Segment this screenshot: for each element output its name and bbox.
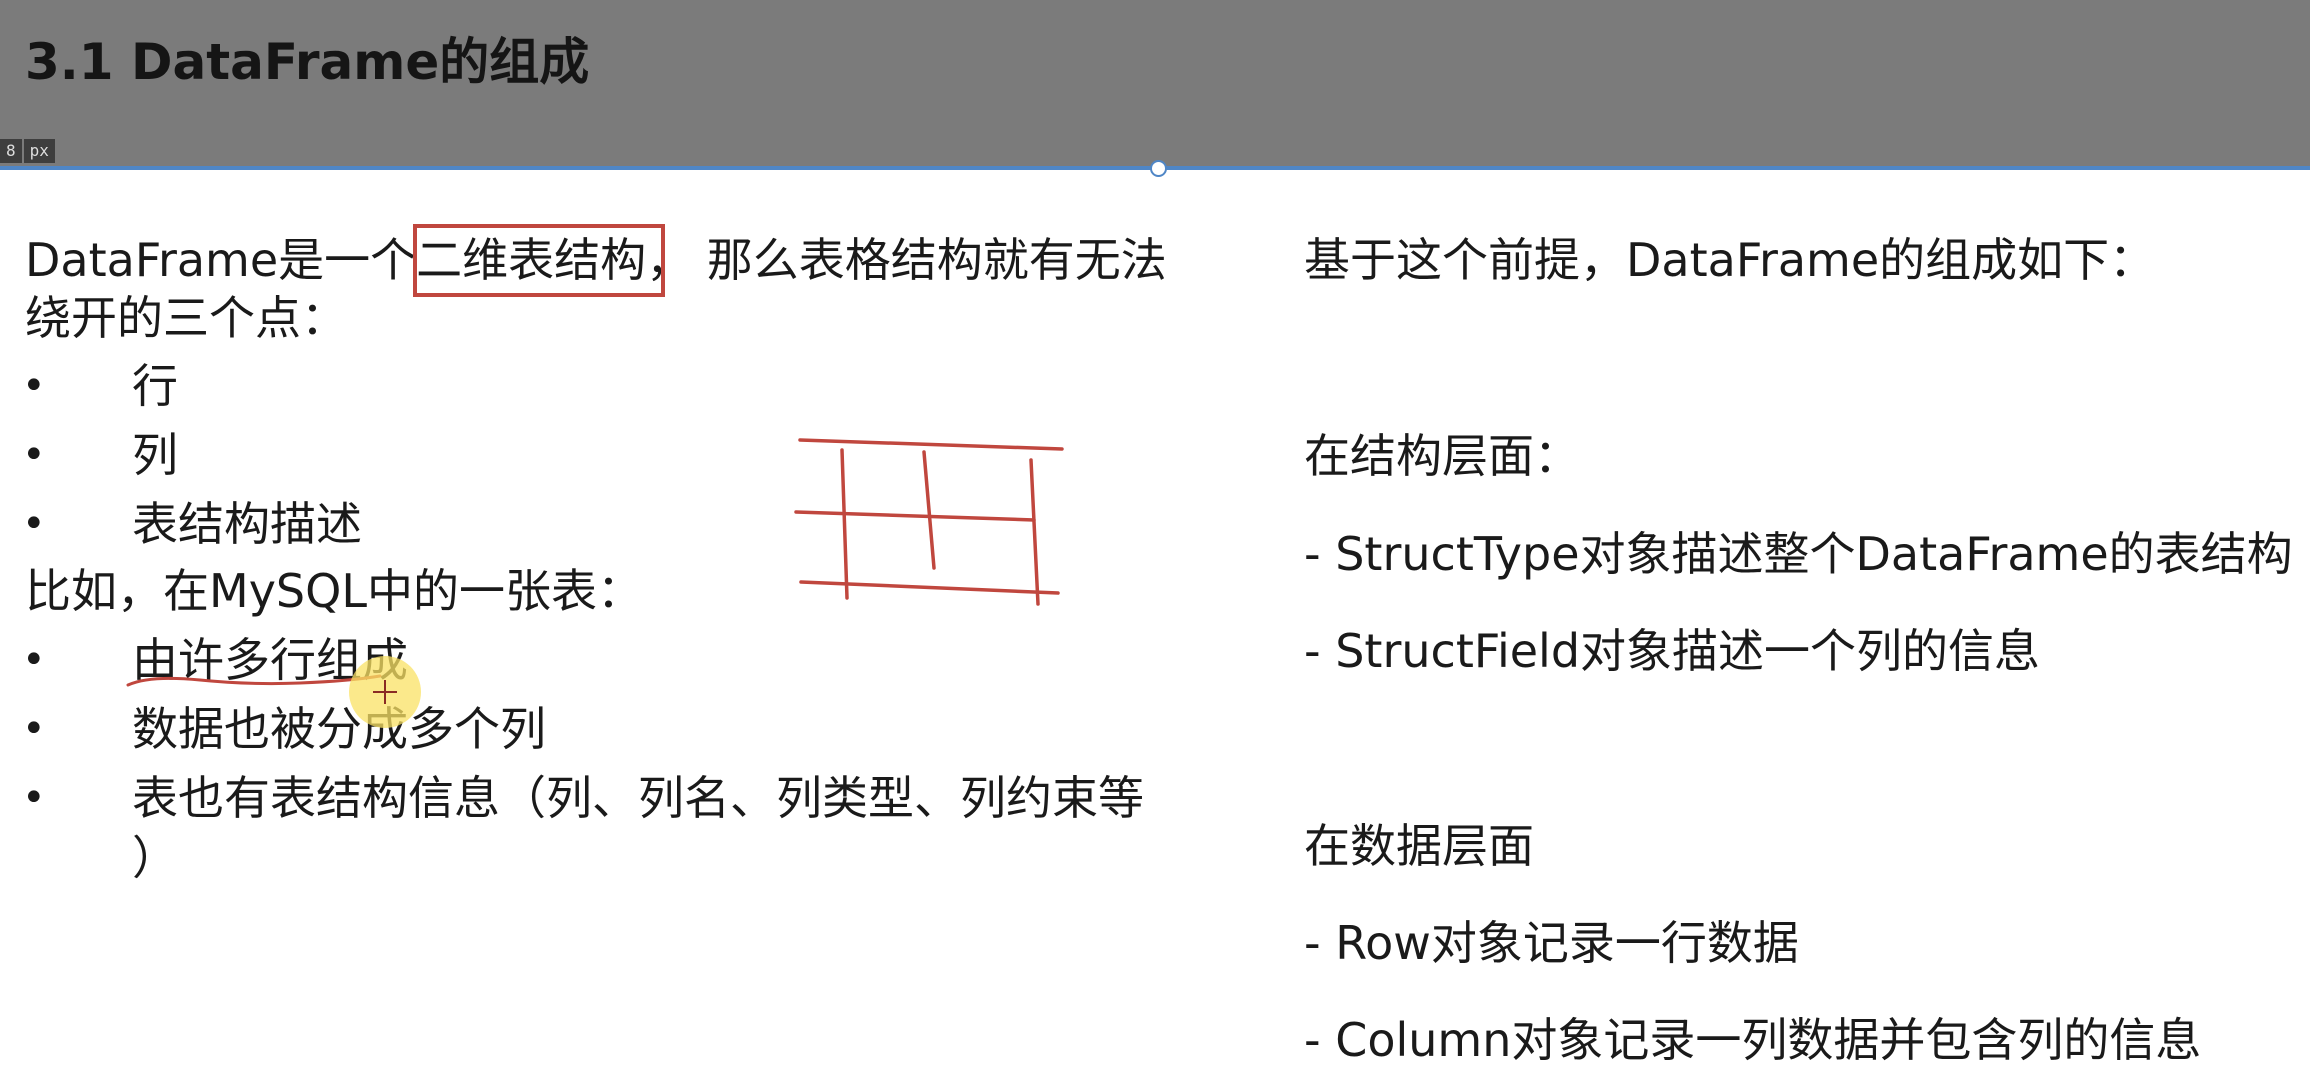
data-item-column[interactable]: - Column对象记录一列数据并包含列的信息 (1304, 1012, 2201, 1068)
data-heading[interactable]: 在数据层面 (1304, 818, 1534, 874)
structure-item-structtype[interactable]: - StructType对象描述整个DataFrame的表结构 (1304, 526, 2293, 582)
structure-heading[interactable]: 在结构层面： (1304, 428, 1580, 484)
structure-item-structfield[interactable]: - StructField对象描述一个列的信息 (1304, 623, 2040, 679)
data-item-row[interactable]: - Row对象记录一行数据 (1304, 915, 1799, 971)
right-heading[interactable]: 基于这个前提，DataFrame的组成如下： (1304, 232, 2155, 288)
crosshair-cursor-icon (373, 680, 397, 704)
